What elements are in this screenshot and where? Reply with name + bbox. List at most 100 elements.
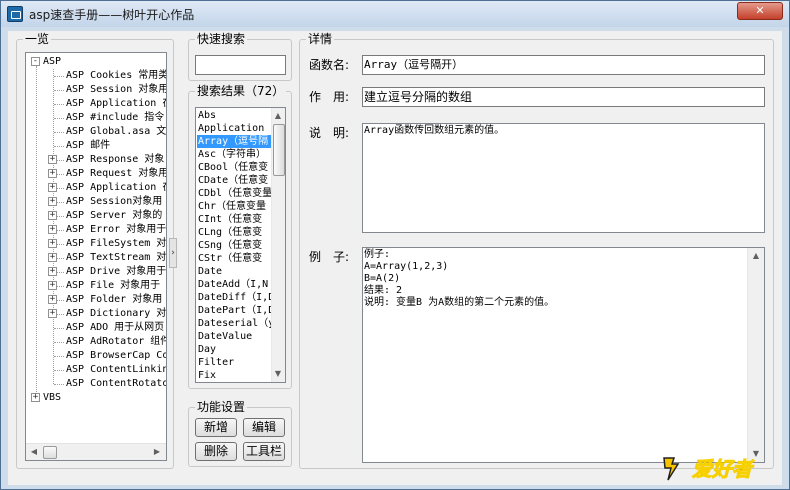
delete-button[interactable]: 删除 xyxy=(195,442,237,461)
function-name-label: 函数名: xyxy=(309,58,350,72)
result-item[interactable]: DateAdd（I,N xyxy=(197,278,271,291)
expand-icon[interactable]: + xyxy=(48,155,57,164)
expand-icon[interactable]: + xyxy=(48,295,57,304)
index-tree[interactable]: - ASP ASP Cookies 常用类 ASP Session 对象用 ASP Ap… xyxy=(25,52,167,461)
result-item[interactable]: CBool（任意变 xyxy=(197,161,271,174)
tree-item[interactable]: ASP TextStream 对 xyxy=(66,251,166,265)
index-group-title: 一览 xyxy=(23,32,52,46)
tree-scroll-thumb[interactable] xyxy=(43,446,57,459)
add-button[interactable]: 新增 xyxy=(195,418,237,437)
watermark-logo: 爱好者 xyxy=(658,450,778,486)
tree-item[interactable]: ASP Cookies 常用类 xyxy=(66,69,166,83)
close-button[interactable]: ✕ xyxy=(737,2,783,20)
app-icon xyxy=(7,6,23,22)
tree-item[interactable]: ASP FileSystem 对 xyxy=(66,237,166,251)
result-item[interactable]: DateDiff（I,D xyxy=(197,291,271,304)
tree-item[interactable]: ASP Application 在 xyxy=(66,181,166,195)
example-memo[interactable]: 例子: A=Array(1,2,3) B=A(2) 结果: 2 说明: 变量B … xyxy=(362,247,765,463)
tree-item[interactable]: ASP Global.asa 文 xyxy=(66,125,166,139)
tree-item[interactable]: ASP ContentLinkin xyxy=(66,363,166,377)
tree-item[interactable]: ASP Session 对象用 xyxy=(66,83,166,97)
tree-item[interactable]: ASP File 对象用于 xyxy=(66,279,160,293)
example-vertical-scrollbar[interactable]: ▲ ▼ xyxy=(747,248,764,462)
settings-group-title: 功能设置 xyxy=(195,400,248,414)
app-window: asp速查手册——树叶开心作品 ✕ 一览 - ASP ASP Cookies 常用类… xyxy=(0,0,790,490)
scroll-left-icon[interactable]: ◀ xyxy=(26,444,42,460)
expand-icon[interactable]: + xyxy=(48,309,57,318)
tree-content: - ASP ASP Cookies 常用类 ASP Session 对象用 ASP Ap… xyxy=(26,53,166,443)
expand-icon[interactable]: + xyxy=(31,393,40,402)
scroll-down-icon[interactable]: ▼ xyxy=(271,366,285,382)
tree-item[interactable]: ASP ADO 用于从网页 xyxy=(66,321,164,335)
result-item[interactable]: Date xyxy=(197,265,271,278)
result-item[interactable]: CLng（任意变 xyxy=(197,226,271,239)
result-item[interactable]: Dateserial（y xyxy=(197,317,271,330)
panel-splitter[interactable]: › xyxy=(169,238,177,268)
result-item[interactable]: Day xyxy=(197,343,271,356)
result-item[interactable]: CDate（任意变 xyxy=(197,174,271,187)
description-text: Array函数传回数组元素的值。 xyxy=(364,125,505,136)
expand-icon[interactable]: + xyxy=(48,211,57,220)
tree-guide-line xyxy=(54,384,64,385)
edit-button[interactable]: 编辑 xyxy=(243,418,285,437)
result-item[interactable]: Abs xyxy=(197,109,271,122)
purpose-field[interactable]: 建立逗号分隔的数组 xyxy=(362,87,765,107)
scroll-up-icon[interactable]: ▲ xyxy=(271,108,285,124)
tree-item[interactable]: ASP Dictionary 对 xyxy=(66,307,166,321)
tree-item[interactable]: ASP 邮件 xyxy=(66,139,110,153)
tree-item[interactable]: ASP xyxy=(43,55,61,69)
expand-icon[interactable]: + xyxy=(48,169,57,178)
tree-item[interactable]: ASP Session对象用 xyxy=(66,195,162,209)
results-list[interactable]: Abs Application Array（逗号隔 Asc（字符串） CBool（任意变… xyxy=(195,107,286,383)
results-scroll-thumb[interactable] xyxy=(273,124,285,176)
tree-item[interactable]: ASP Application 在 xyxy=(66,97,166,111)
scroll-right-icon[interactable]: ▶ xyxy=(149,444,165,460)
expand-icon[interactable]: + xyxy=(48,267,57,276)
purpose-label: 作 用: xyxy=(309,90,350,104)
expand-icon[interactable]: + xyxy=(48,239,57,248)
expand-icon[interactable]: + xyxy=(48,253,57,262)
tree-item[interactable]: ASP Error 对象用于 xyxy=(66,223,166,237)
result-item[interactable]: Array（逗号隔 xyxy=(197,135,271,148)
results-group-title: 搜索结果（72） xyxy=(195,84,287,98)
tree-item[interactable]: ASP Folder 对象用 xyxy=(66,293,162,307)
result-item[interactable]: DatePart（I,D xyxy=(197,304,271,317)
result-item[interactable]: Chr（任意变量 xyxy=(197,200,271,213)
tree-horizontal-scrollbar[interactable]: ◀ ▶ xyxy=(26,443,166,460)
tree-guide-line xyxy=(54,356,64,357)
results-vertical-scrollbar[interactable]: ▲ ▼ xyxy=(271,108,285,382)
toolbar-button[interactable]: 工具栏 xyxy=(243,442,285,461)
tree-item[interactable]: ASP AdRotator 组件 xyxy=(66,335,166,349)
details-group-title: 详情 xyxy=(306,32,335,46)
expand-icon[interactable]: + xyxy=(48,225,57,234)
result-item[interactable]: Fix xyxy=(197,369,271,381)
result-item[interactable]: Filter xyxy=(197,356,271,369)
collapse-icon[interactable]: - xyxy=(31,57,40,66)
tree-item[interactable]: ASP #include 指令 xyxy=(66,111,164,125)
search-input[interactable] xyxy=(195,55,286,75)
tree-item[interactable]: ASP Drive 对象用于 xyxy=(66,265,166,279)
description-memo[interactable]: Array函数传回数组元素的值。 xyxy=(362,123,765,233)
result-item[interactable]: CInt（任意变 xyxy=(197,213,271,226)
result-item[interactable]: CSng（任意变 xyxy=(197,239,271,252)
tree-item[interactable]: ASP Request 对象用 xyxy=(66,167,166,181)
tree-item[interactable]: ASP ContentRotato xyxy=(66,377,166,391)
function-name-field[interactable]: Array（逗号隔开） xyxy=(362,55,765,75)
example-scroll-up-icon[interactable]: ▲ xyxy=(748,248,764,264)
tree-item[interactable]: VBS xyxy=(43,391,61,405)
result-item[interactable]: Application xyxy=(197,122,271,135)
expand-icon[interactable]: + xyxy=(48,197,57,206)
example-label: 例 子: xyxy=(309,250,350,264)
result-item[interactable]: DateValue xyxy=(197,330,271,343)
expand-icon[interactable]: + xyxy=(48,183,57,192)
window-title: asp速查手册——树叶开心作品 xyxy=(29,8,195,22)
title-bar[interactable]: asp速查手册——树叶开心作品 ✕ xyxy=(1,1,789,27)
tree-item[interactable]: ASP Response 对象 xyxy=(66,153,164,167)
result-item[interactable]: Asc（字符串） xyxy=(197,148,271,161)
tree-item[interactable]: ASP Server 对象的 xyxy=(66,209,162,223)
result-item[interactable]: CDbl（任意变量 xyxy=(197,187,271,200)
description-label: 说 明: xyxy=(309,126,350,140)
result-item[interactable]: CStr（任意变 xyxy=(197,252,271,265)
expand-icon[interactable]: + xyxy=(48,281,57,290)
tree-item[interactable]: ASP BrowserCap Co xyxy=(66,349,166,363)
